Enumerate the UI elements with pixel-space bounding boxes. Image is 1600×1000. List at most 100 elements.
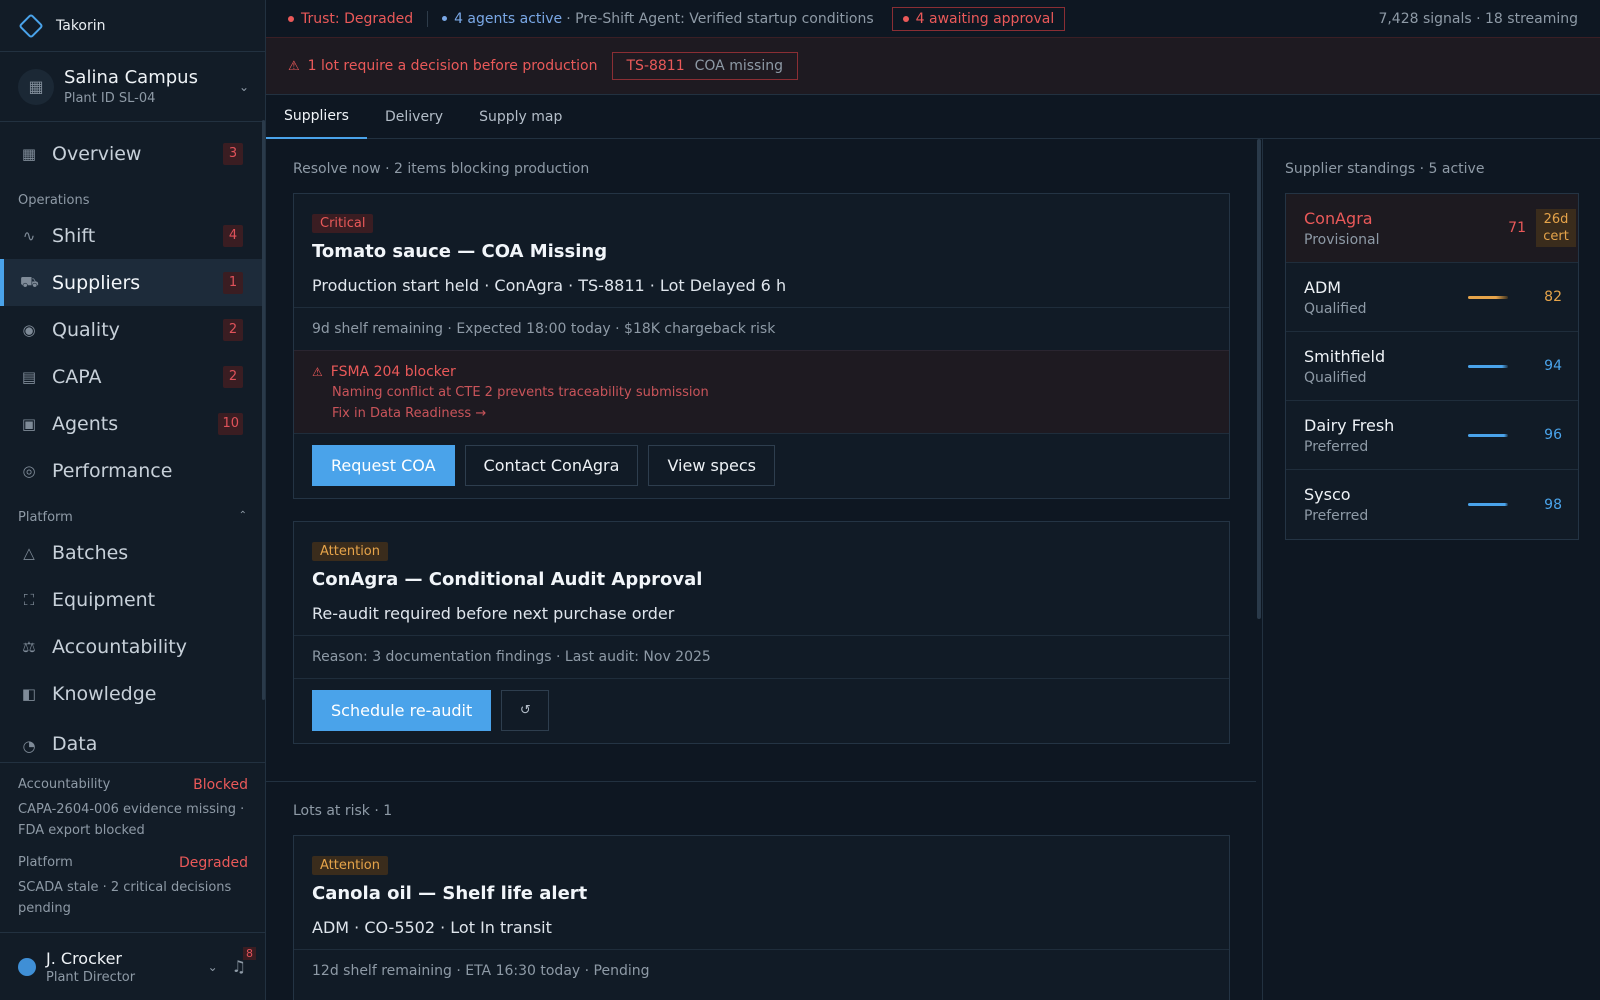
scale-icon: ⚖ [22,637,36,656]
nav-item-quality[interactable]: ◉ Quality 2 [0,306,265,353]
section-label-platform[interactable]: Platform ⌃ [0,494,265,529]
tab-bar: Suppliers Delivery Supply map [266,95,1600,139]
lot-card-canola: Attention Canola oil — Shelf life alert … [293,835,1230,1000]
card-actions: Request COA Contact ConAgra View specs [294,433,1229,498]
warning-icon: ⚠ [312,365,323,379]
tab-supply-map[interactable]: Supply map [461,95,580,139]
building-icon: ▦ [18,68,54,105]
sidebar-scrollbar[interactable] [262,120,265,700]
tab-delivery[interactable]: Delivery [367,95,461,139]
main-content: Resolve now · 2 items blocking productio… [266,139,1256,1000]
score-bar [1468,433,1508,437]
nav-item-performance[interactable]: ◎ Performance [0,447,265,494]
awaiting-approval-button[interactable]: 4 awaiting approval [891,6,1066,31]
supplier-tier: Qualified [1304,300,1367,317]
standings-title: Supplier standings · 5 active [1285,161,1485,177]
card-title: Tomato sauce — COA Missing [312,241,608,262]
status-desc: CAPA-2604-006 evidence missing · FDA exp… [18,802,245,838]
standings-list: ConAgra Provisional 71 26d cert ADM Qual… [1285,193,1579,540]
nav-label: Knowledge [52,682,157,705]
chevron-down-icon: ⌄ [207,959,218,974]
site-selector[interactable]: ▦ Salina Campus Plant ID SL-04 ⌄ [0,52,265,122]
nav-label: Quality [52,318,120,341]
card-meta: 9d shelf remaining · Expected 18:00 toda… [294,307,1229,350]
user-name: J. Crocker [46,948,122,968]
nav-label: Performance [52,459,173,482]
status-platform: Platform Degraded [18,855,248,871]
supplier-score: 82 [1544,289,1562,305]
supplier-tier: Provisional [1304,231,1380,248]
target-icon: ◎ [22,461,36,480]
alert-lot-pill[interactable]: TS-8811 COA missing [611,52,798,80]
pulse-icon: ∿ [22,226,36,245]
nav-label: Equipment [52,588,156,611]
nav-item-suppliers[interactable]: ⛟ Suppliers 1 [0,259,265,306]
contact-supplier-button[interactable]: Contact ConAgra [464,445,639,486]
trust-status[interactable]: Trust: Degraded [288,11,413,27]
signals-count: 7,428 signals · 18 streaming [1378,10,1578,27]
eye-icon: ◉ [22,320,36,339]
nav-item-batches[interactable]: △ Batches [0,529,265,576]
standing-row-adm[interactable]: ADM Qualified 82 [1286,263,1578,332]
site-name: Salina Campus [64,67,198,88]
nav-item-shift[interactable]: ∿ Shift 4 [0,212,265,259]
score-bar [1468,364,1508,368]
scan-icon: ⛶ [23,590,35,609]
grid-icon: ▦ [21,144,37,163]
supplier-score: 71 [1508,220,1526,236]
nav-item-accountability[interactable]: ⚖ Accountability [0,623,265,670]
history-icon[interactable]: ↺ [501,690,550,731]
blocker-desc: Naming conflict at CTE 2 prevents tracea… [332,385,709,400]
alert-message: ⚠ 1 lot require a decision before product… [288,58,598,74]
nav-item-equipment[interactable]: ⛶ Equipment [0,576,265,623]
preshift-status: · Pre-Shift Agent: Verified startup cond… [566,10,874,27]
standing-row-dairy-fresh[interactable]: Dairy Fresh Preferred 96 [1286,401,1578,470]
clipboard-icon: ▤ [21,367,37,386]
standing-row-sysco[interactable]: Sysco Preferred 98 [1286,470,1578,539]
tab-suppliers[interactable]: Suppliers [266,95,367,139]
severity-tag: Attention [312,542,388,561]
main-scrollbar[interactable] [1257,139,1261,619]
avatar [18,957,36,976]
issue-card-audit: Attention ConAgra — Conditional Audit Ap… [293,521,1230,744]
card-summary: ADM · CO-5502 · Lot In transit [312,918,552,937]
nav-item-overview[interactable]: ▦ Overview 3 [0,130,265,177]
status-badge: Degraded [178,855,248,871]
nav-item-knowledge[interactable]: ◧ Knowledge [0,670,265,717]
supplier-name: Smithfield [1304,346,1386,366]
standing-row-smithfield[interactable]: Smithfield Qualified 94 [1286,332,1578,401]
chevron-up-icon: ⌃ [238,510,247,521]
agents-status[interactable]: 4 agents active [442,11,562,27]
card-summary: Re-audit required before next purchase o… [312,604,675,623]
warning-icon: ⚠ [288,58,300,74]
supplier-name: ADM [1304,277,1342,297]
cpu-icon: ▣ [21,414,37,433]
truck-icon: ⛟ [20,272,39,291]
supplier-score: 94 [1544,358,1562,374]
supplier-standings-panel: Supplier standings · 5 active ConAgra Pr… [1263,139,1600,1000]
nav-item-capa[interactable]: ▤ CAPA 2 [0,353,265,400]
nav-item-data[interactable]: ◔ Data [0,717,265,755]
nav-label: CAPA [52,365,102,388]
request-coa-button[interactable]: Request COA [312,445,455,486]
nav-badge: 3 [223,142,243,165]
cert-expiry-badge: 26d cert [1536,209,1576,247]
nav-label: Batches [52,541,129,564]
fix-data-readiness-link[interactable]: Fix in Data Readiness → [332,406,1211,421]
user-menu[interactable]: J. Crocker Plant Director ⌄ ♫ 8 [0,932,266,1000]
nav-label: Data [52,733,98,755]
standing-row-conagra[interactable]: ConAgra Provisional 71 26d cert [1286,194,1578,263]
logo-icon [18,12,44,39]
plant-id: Plant ID SL-04 [64,91,156,106]
schedule-reaudit-button[interactable]: Schedule re-audit [312,690,492,731]
card-summary: Production start held · ConAgra · TS-881… [312,276,787,295]
nav-badge: 2 [223,318,243,341]
nav-label: Overview [52,142,142,165]
alert-bar: ⚠ 1 lot require a decision before product… [266,38,1600,95]
brand[interactable]: Takorin [0,0,265,52]
nav-item-agents[interactable]: ▣ Agents 10 [0,400,265,447]
severity-tag: Critical [312,214,374,233]
bell-icon[interactable]: ♫ 8 [232,947,256,976]
supplier-name: Dairy Fresh [1304,415,1395,435]
view-specs-button[interactable]: View specs [648,445,775,486]
